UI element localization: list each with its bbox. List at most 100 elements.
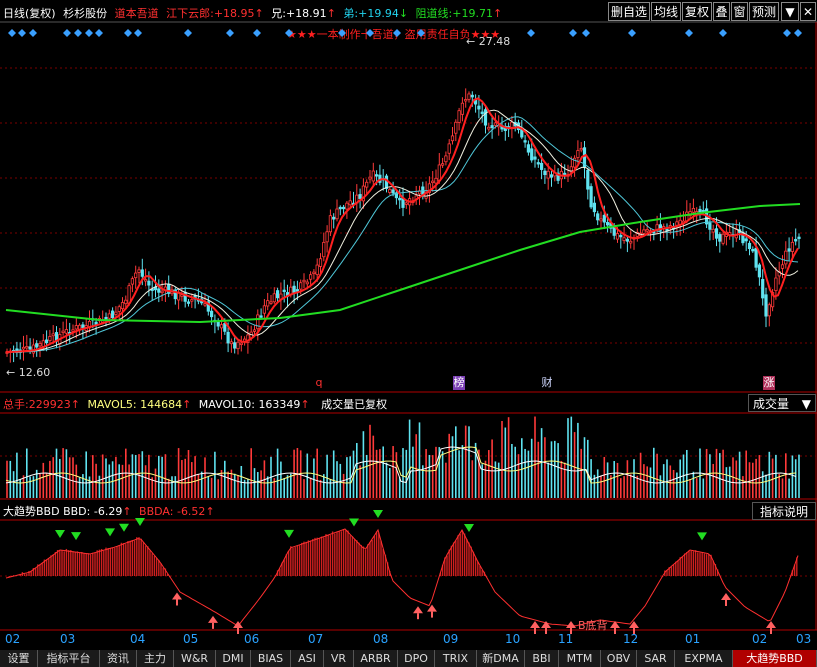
news-diamond-icon — [124, 29, 132, 37]
candle-body — [384, 175, 389, 189]
candle-body — [606, 222, 610, 226]
candle-body — [345, 202, 349, 210]
tab-sar[interactable]: SAR — [637, 650, 675, 667]
indicator-info-row: 大趋势BBD BBD: -6.29↑ BBDA: -6.52↑ — [3, 505, 215, 518]
candle-body — [579, 148, 583, 151]
candle-body — [440, 163, 445, 166]
month-label-05: 05 — [183, 632, 199, 646]
candle-body — [450, 135, 455, 142]
candle-body — [543, 170, 547, 176]
candle-body — [625, 238, 630, 242]
tab-trix[interactable]: TRIX — [435, 650, 477, 667]
candle-body — [592, 202, 597, 213]
candle-body — [259, 315, 263, 318]
event-marker-limit-up[interactable]: 涨 — [763, 376, 775, 390]
ma-line-cyan — [6, 116, 799, 353]
news-diamond-icon — [95, 29, 103, 37]
candle-body — [186, 301, 191, 304]
candle-body — [252, 329, 257, 332]
tab-vr[interactable]: VR — [324, 650, 354, 667]
news-diamond-icon — [184, 29, 192, 37]
tab-new-dma[interactable]: 新DMA — [477, 650, 525, 667]
candle-body — [35, 343, 39, 348]
candle-body — [437, 164, 441, 182]
tab-bias[interactable]: BIAS — [251, 650, 291, 667]
tab-expma[interactable]: EXPMA — [675, 650, 733, 667]
candle-body — [744, 238, 748, 242]
candle-body — [322, 241, 326, 258]
candle-body — [38, 343, 42, 347]
news-diamond-icon — [85, 29, 93, 37]
candle-body — [328, 215, 333, 233]
candle-body — [41, 340, 45, 347]
candle-body — [602, 214, 606, 223]
buy-arrow-icon — [413, 606, 423, 614]
news-diamond-icon — [628, 29, 636, 37]
news-diamond-icon — [74, 29, 82, 37]
candle-body — [262, 305, 267, 314]
candle-body — [487, 126, 491, 130]
candle-body — [483, 109, 488, 126]
candle-body — [470, 94, 474, 98]
month-label-08: 08 — [373, 632, 389, 646]
sell-arrow-icon — [284, 529, 294, 538]
news-diamond-icon — [29, 29, 37, 37]
news-diamond-icon — [366, 29, 374, 37]
tab-arbr[interactable]: ARBR — [354, 650, 398, 667]
candle-body — [239, 342, 243, 345]
bbda-line — [5, 528, 799, 627]
tab-asi[interactable]: ASI — [291, 650, 324, 667]
tab-settings[interactable]: 设置 — [0, 650, 38, 667]
candle-body — [190, 299, 194, 302]
candle-body — [754, 247, 758, 268]
tab-news[interactable]: 资讯 — [100, 650, 137, 667]
candle-body — [371, 170, 375, 182]
candle-body — [374, 174, 379, 177]
tab-obv[interactable]: OBV — [601, 650, 637, 667]
candle-body — [391, 189, 395, 194]
event-marker-rank[interactable]: 榜 — [453, 376, 465, 390]
candle-body — [447, 143, 451, 154]
event-marker-finance[interactable]: 财 — [541, 376, 553, 390]
news-diamond-icon — [63, 29, 71, 37]
candle-body — [404, 202, 408, 205]
tab-dpo[interactable]: DPO — [398, 650, 435, 667]
candle-body — [434, 177, 438, 184]
news-diamond-icon — [18, 29, 26, 37]
candle-body — [764, 294, 768, 317]
buy-arrow-icon — [208, 615, 218, 623]
candle-body — [104, 316, 108, 320]
tab-bbi[interactable]: BBI — [525, 650, 559, 667]
candle-body — [490, 125, 494, 128]
tab-dmi[interactable]: DMI — [216, 650, 251, 667]
volume-dropdown[interactable]: 成交量 ▼ — [748, 394, 816, 412]
candle-body — [25, 346, 29, 349]
candle-body — [645, 229, 649, 232]
candle-body — [388, 188, 392, 193]
tab-indicator-platform[interactable]: 指标平台 — [38, 650, 100, 667]
news-diamond-icon — [569, 29, 577, 37]
buy-arrow-icon — [530, 621, 540, 628]
month-label-09: 09 — [443, 632, 459, 646]
candle-body — [734, 228, 738, 239]
news-diamond-icon — [338, 29, 346, 37]
candle-body — [546, 170, 550, 179]
tab-wr[interactable]: W&R — [174, 650, 216, 667]
candle-body — [691, 208, 696, 213]
candle-body — [721, 233, 725, 244]
candle-body — [464, 99, 468, 102]
candle-body — [51, 333, 55, 337]
candle-body — [523, 140, 527, 143]
buy-arrow-icon — [721, 593, 731, 600]
tab-main-force[interactable]: 主力 — [137, 650, 174, 667]
news-diamond-icon — [253, 29, 261, 37]
indicator-help-button[interactable]: 指标说明 — [752, 502, 816, 520]
event-marker-q[interactable]: q — [313, 376, 325, 390]
month-label-11: 11 — [558, 632, 574, 646]
candle-body — [784, 250, 788, 265]
candle-body — [233, 342, 237, 349]
sell-arrow-icon — [105, 528, 115, 537]
tab-big-trend-bbd[interactable]: 大趋势BBD — [733, 650, 817, 667]
tab-mtm[interactable]: MTM — [559, 650, 601, 667]
buy-arrow-icon — [766, 621, 776, 628]
